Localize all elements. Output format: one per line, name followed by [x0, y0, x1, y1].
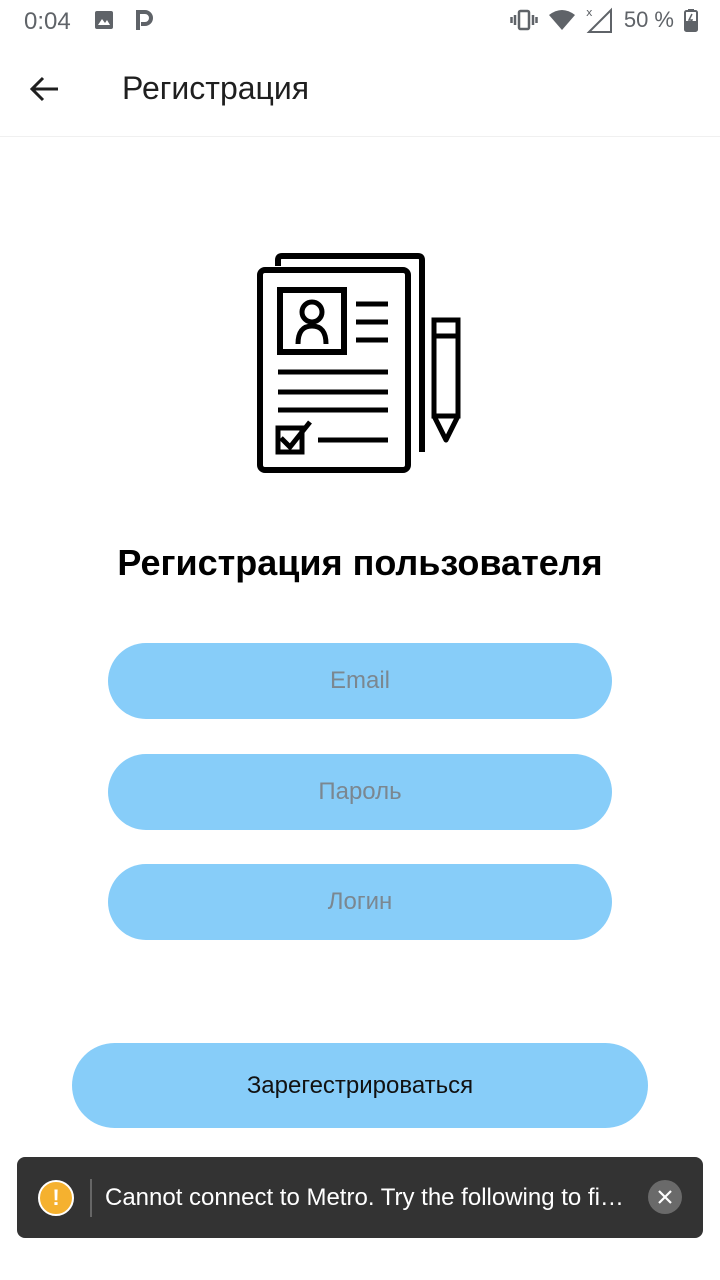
close-icon [658, 1190, 672, 1204]
screen: 0:04 x 50 % Регистрация Регистрация поль… [0, 0, 720, 1280]
warning-icon: ! [38, 1179, 74, 1216]
page-title: Регистрация [122, 70, 310, 106]
arrow-back-icon [29, 76, 58, 102]
svg-text:x: x [586, 6, 593, 19]
wifi-icon [548, 10, 575, 30]
battery-icon [684, 9, 698, 32]
status-time: 0:04 [24, 8, 71, 35]
status-bar: 0:04 x 50 % [0, 0, 720, 44]
p-app-icon [136, 10, 153, 30]
registration-form-icon [257, 253, 461, 473]
metro-error-toast[interactable]: ! Cannot connect to Metro. Try the follo… [17, 1157, 703, 1238]
close-button[interactable] [648, 1180, 682, 1214]
app-bar: Регистрация [0, 44, 720, 137]
toast-message: Cannot connect to Metro. Try the followi… [105, 1183, 635, 1211]
form-heading: Регистрация пользователя [117, 542, 603, 583]
email-field[interactable] [108, 643, 612, 719]
image-icon [95, 11, 113, 29]
status-right-icons: x 50 % [510, 6, 698, 34]
status-left-icons [92, 8, 154, 32]
password-field[interactable] [108, 754, 612, 830]
no-signal-icon: x [586, 6, 612, 33]
vibrate-icon [510, 9, 538, 31]
back-button[interactable] [20, 64, 70, 114]
toast-divider [90, 1178, 92, 1217]
register-button[interactable]: Зарегестрироваться [72, 1043, 648, 1128]
login-field[interactable] [108, 864, 612, 940]
battery-percent: 50 % [623, 7, 674, 32]
